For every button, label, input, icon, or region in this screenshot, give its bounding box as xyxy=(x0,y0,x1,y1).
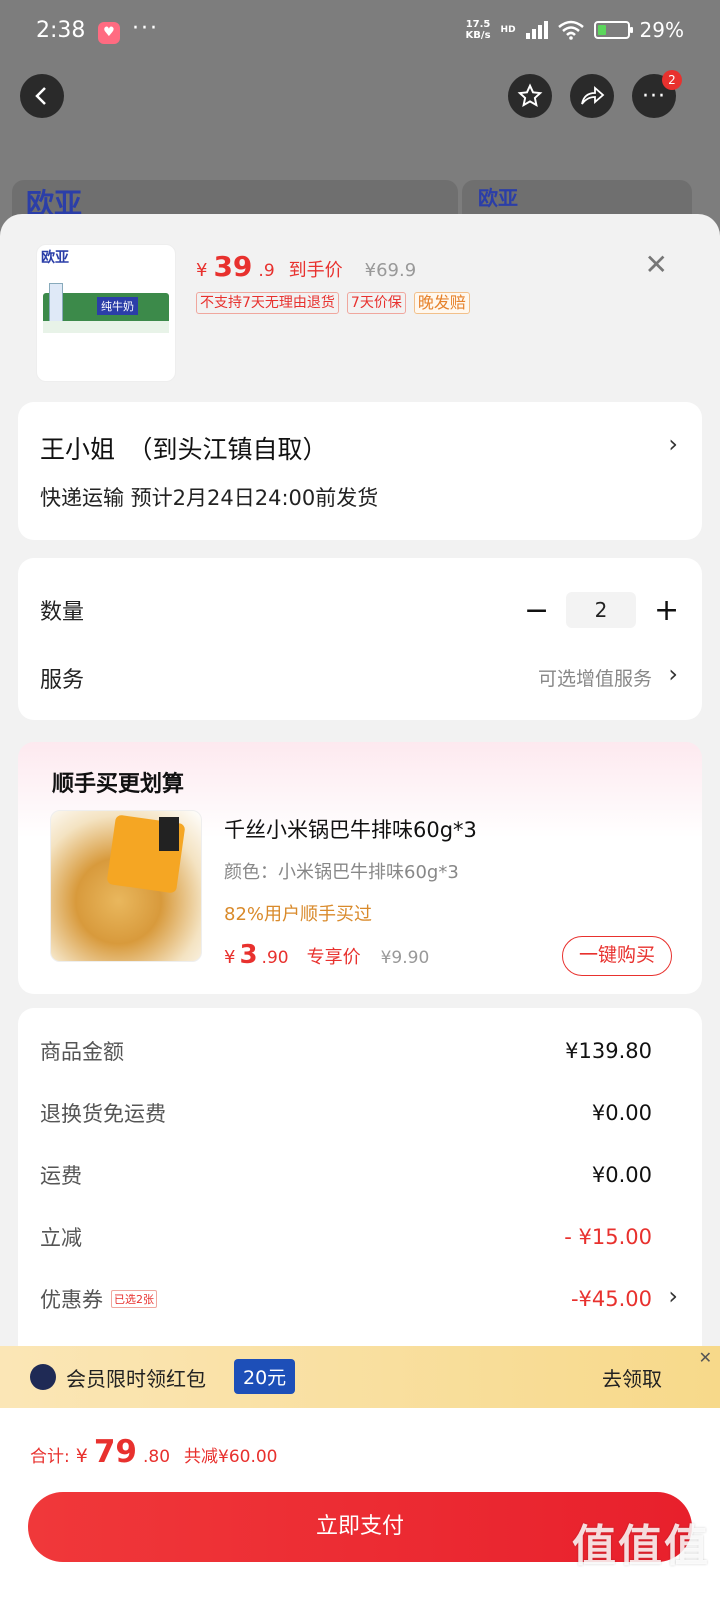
tag-price-protect: 7天价保 xyxy=(346,292,406,314)
chevron-right-icon: › xyxy=(668,430,678,458)
product-thumbnail: 欧亚 纯牛奶 xyxy=(36,244,176,382)
member-red-packet-banner[interactable]: 会员限时领红包 20元 去领取 ✕ xyxy=(0,1346,720,1408)
promo-text: 会员限时领红包 xyxy=(66,1367,206,1391)
battery-percent: 29% xyxy=(639,18,684,42)
quantity-stepper: − 2 + xyxy=(524,592,679,628)
network-speed: 17.5 KB/s xyxy=(465,19,491,41)
more-button[interactable]: ··· 2 xyxy=(632,70,682,118)
star-icon xyxy=(517,83,543,108)
back-button[interactable] xyxy=(20,74,64,118)
notification-badge: 2 xyxy=(662,70,682,90)
total-discount: 共减¥60.00 xyxy=(184,1447,278,1467)
upsell-original-price: ¥9.90 xyxy=(380,948,430,968)
member-icon xyxy=(30,1364,56,1390)
wifi-icon xyxy=(557,20,584,40)
product-image: 纯牛奶 xyxy=(43,283,169,333)
original-price: ¥69.9 xyxy=(364,260,417,281)
upsell-title: 顺手买更划算 xyxy=(52,772,185,797)
quantity-input[interactable]: 2 xyxy=(566,592,636,628)
upsell-product-image[interactable] xyxy=(50,810,202,962)
product-price: ¥39.9 到手价 ¥69.9 xyxy=(196,250,417,283)
status-time: 2:38 xyxy=(36,18,86,43)
upsell-product-name[interactable]: 千丝小米锅巴牛排味60g*3 xyxy=(224,814,477,844)
summary-row: 商品金额 ¥139.80 xyxy=(40,1039,652,1064)
promo-claim-link[interactable]: 去领取 xyxy=(602,1363,662,1392)
recipient-name: 王小姐 （到头江镇自取） xyxy=(40,435,328,464)
hd-indicator: HD xyxy=(500,25,516,35)
chevron-right-icon[interactable]: › xyxy=(668,660,678,688)
summary-row: 立减 - ¥15.00 xyxy=(40,1225,652,1250)
options-card: 数量 − 2 + 服务 可选增值服务 › xyxy=(18,558,702,720)
product-tags: 不支持7天无理由退货 7天价保 晚发赔 xyxy=(196,292,470,314)
promo-amount-badge: 20元 xyxy=(234,1359,296,1394)
upsell-card: 顺手买更划算 千丝小米锅巴牛排味60g*3 颜色：小米锅巴牛排味60g*3 82… xyxy=(18,742,702,994)
close-icon[interactable]: ✕ xyxy=(645,248,668,281)
service-option[interactable]: 可选增值服务 xyxy=(538,664,652,691)
share-icon xyxy=(581,86,605,105)
chevron-left-icon xyxy=(35,87,46,105)
status-bar: 2:38 ♥ ··· 17.5 KB/s HD 29% xyxy=(0,0,720,70)
upsell-product-variant: 颜色：小米锅巴牛排味60g*3 xyxy=(224,862,459,883)
upsell-purchase-rate: 82%用户顺手买过 xyxy=(224,904,373,925)
product-brand-logo: 欧亚 xyxy=(41,250,69,266)
coupon-count-tag: 已选2张 xyxy=(111,1290,157,1308)
background-brand-logo: 欧亚 xyxy=(478,186,518,210)
battery-icon xyxy=(593,21,633,39)
upsell-price: ¥3.90 专享价 ¥9.90 xyxy=(224,940,430,970)
price-summary-card: 商品金额 ¥139.80 退换货免运费 ¥0.00 运费 ¥0.00 立减 - … xyxy=(18,1008,702,1388)
more-icon: ··· xyxy=(642,83,666,109)
coupon-row[interactable]: 优惠券 已选2张 -¥45.00 xyxy=(40,1284,652,1314)
tag-no-return: 不支持7天无理由退货 xyxy=(196,292,339,314)
favorite-button[interactable] xyxy=(508,74,552,118)
upsell-price-label: 专享价 xyxy=(306,947,361,968)
total-price: 合计: ¥79.80 共减¥60.00 xyxy=(30,1434,278,1470)
more-notifications-icon: ··· xyxy=(132,16,159,41)
price-label: 到手价 xyxy=(288,260,343,281)
shipping-info: 快递运输 预计2月24日24:00前发货 xyxy=(40,486,379,510)
quantity-label: 数量 xyxy=(40,600,85,625)
product-box-label: 纯牛奶 xyxy=(97,297,138,315)
watermark: 值值值 zhizhizhi.com xyxy=(572,1521,710,1592)
share-button[interactable] xyxy=(570,74,614,118)
signal-icon xyxy=(525,21,548,39)
address-card[interactable]: 王小姐 （到头江镇自取） 快递运输 预计2月24日24:00前发货 › xyxy=(18,402,702,540)
summary-row: 运费 ¥0.00 xyxy=(40,1163,652,1188)
minus-button[interactable]: − xyxy=(524,593,549,628)
heart-app-icon: ♥ xyxy=(98,22,120,44)
summary-row: 退换货免运费 ¥0.00 xyxy=(40,1101,652,1126)
order-sheet: 欧亚 纯牛奶 ¥39.9 到手价 ¥69.9 不支持7天无理由退货 7天价保 晚… xyxy=(0,214,720,1600)
plus-button[interactable]: + xyxy=(654,593,679,628)
chevron-right-icon[interactable]: › xyxy=(668,1282,678,1310)
one-click-buy-button[interactable]: 一键购买 xyxy=(562,936,672,976)
tag-late-compensation: 晚发赔 xyxy=(413,292,470,314)
service-label: 服务 xyxy=(40,668,85,693)
close-icon[interactable]: ✕ xyxy=(699,1348,712,1367)
